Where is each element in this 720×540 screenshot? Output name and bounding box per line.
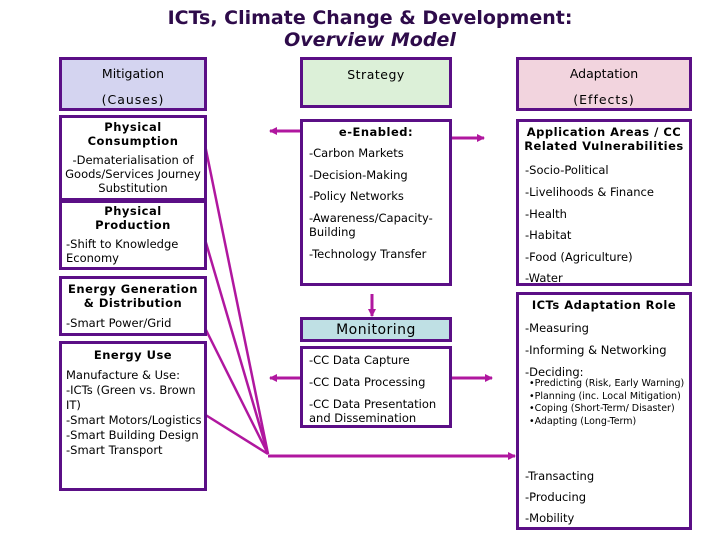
application-area-item: -Water (525, 271, 563, 285)
adaptation-role-item: -Deciding: (525, 365, 584, 379)
energy-use-title: Energy Use (93, 348, 173, 362)
monitoring-box: -CC Data Capture -CC Data Processing -CC… (300, 346, 452, 428)
physical-consumption-box: Physical Consumption -Dematerialisation … (59, 115, 207, 201)
energy-use-item: -Smart Transport (66, 443, 163, 457)
adaptation-role-item: -Informing & Networking (525, 343, 667, 357)
mitigation-header: Mitigation (Causes) (59, 57, 207, 111)
energy-use-box: Energy Use Manufacture & Use: -ICTs (Gre… (59, 341, 207, 491)
e-enabled-item: -Technology Transfer (309, 247, 427, 261)
adaptation-role-subitem: •Predicting (Risk, Early Warning) (529, 378, 685, 389)
monitoring-label: Monitoring (336, 322, 416, 338)
physical-production-item: -Shift to Knowledge Economy (66, 237, 179, 265)
connector-consumption (202, 139, 270, 455)
application-area-item: -Food (Agriculture) (525, 250, 633, 264)
strategy-header: Strategy (300, 57, 452, 108)
physical-production-box: Physical Production -Shift to Knowledge … (59, 200, 207, 270)
adaptation-role-item: -Producing (525, 490, 587, 504)
application-area-item: -Socio-Political (525, 163, 609, 177)
adaptation-role-subitem: •Planning (inc. Local Mitigation) (529, 390, 681, 402)
monitoring-item: -CC Data Capture (309, 353, 410, 367)
e-enabled-item: -Carbon Markets (309, 146, 404, 160)
application-area-item: -Livelihoods & Finance (525, 185, 654, 199)
causes-label: (Causes) (101, 92, 165, 107)
application-areas-title: Application Areas / CC Related Vulnerabi… (524, 125, 684, 153)
mitigation-label: Mitigation (101, 66, 165, 81)
monitoring-item: -CC Data Processing (309, 375, 426, 389)
monitoring-item: -CC Data Presentation and Dissemination (309, 397, 437, 425)
energy-use-item: -ICTs (Green vs. Brown IT) (66, 383, 196, 412)
e-enabled-item: -Policy Networks (309, 189, 404, 203)
e-enabled-item: -Awareness/Capacity-Building (309, 211, 433, 239)
adaptation-role-box: ICTs Adaptation Role -Measuring -Informi… (516, 292, 692, 530)
energy-generation-title: Energy Generation & Distribution (68, 282, 198, 310)
e-enabled-item: -Decision-Making (309, 168, 408, 182)
adaptation-role-item: -Transacting (525, 469, 595, 483)
adaptation-label: Adaptation (569, 66, 639, 81)
application-areas-box: Application Areas / CC Related Vulnerabi… (516, 119, 692, 286)
adaptation-role-title: ICTs Adaptation Role (531, 298, 677, 312)
adaptation-header: Adaptation (Effects) (516, 57, 692, 111)
adaptation-role-subitem: •Adapting (Long-Term) (529, 415, 637, 427)
adaptation-role-item: -Mobility (525, 511, 575, 525)
e-enabled-box: e-Enabled: -Carbon Markets -Decision-Mak… (300, 119, 452, 286)
application-area-item: -Habitat (525, 228, 572, 242)
physical-consumption-title: Physical Consumption (87, 120, 179, 148)
energy-use-item: -Smart Motors/Logistics (66, 413, 202, 427)
strategy-label: Strategy (347, 67, 405, 82)
energy-use-item: Manufacture & Use: (66, 368, 180, 382)
physical-consumption-item: -Dematerialisation of Goods/Services Jou… (65, 153, 201, 195)
energy-use-item: -Smart Building Design (66, 428, 199, 442)
effects-label: (Effects) (573, 92, 635, 107)
application-area-item: -Health (525, 207, 567, 221)
e-enabled-title: e-Enabled: (338, 125, 414, 139)
monitoring-header: Monitoring (300, 317, 452, 342)
physical-production-title: Physical Production (95, 204, 171, 232)
energy-generation-item: -Smart Power/Grid (66, 316, 172, 330)
energy-generation-box: Energy Generation & Distribution -Smart … (59, 276, 207, 336)
adaptation-role-subitem: •Coping (Short-Term/ Disaster) (529, 403, 675, 414)
adaptation-role-item: -Measuring (525, 321, 589, 335)
